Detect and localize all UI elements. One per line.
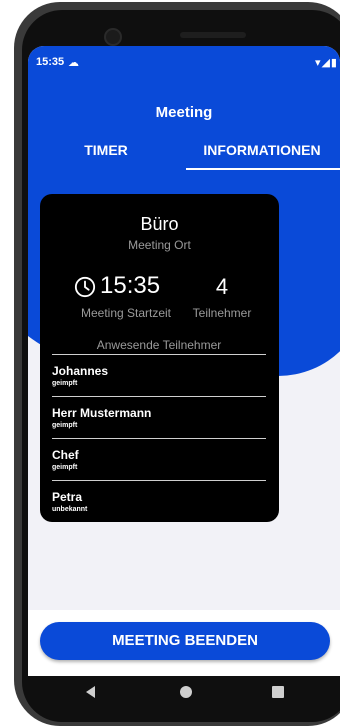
meeting-place: Büro (140, 214, 179, 234)
attendees-list: Johannes geimpft Herr Mustermann geimpft… (52, 360, 266, 528)
attendee-name: Johannes (52, 364, 109, 378)
cloud-icon: ☁ (68, 57, 79, 69)
recent-apps-icon[interactable] (272, 686, 284, 698)
divider (52, 438, 266, 439)
page-title: Meeting (155, 104, 213, 121)
meeting-place-label: Meeting Ort (128, 238, 191, 252)
attendee-name: Chef (52, 448, 79, 462)
home-icon[interactable] (180, 686, 192, 698)
earpiece-speaker (180, 32, 246, 38)
start-time-value: 15:35 (100, 272, 161, 299)
app-screen: 15:35 ☁ ▾◢▮ Meeting TIMER INFORMATIONEN … (28, 46, 340, 676)
status-bar: 15:35 ☁ ▾◢▮ (28, 54, 340, 74)
clock-icon (74, 276, 96, 298)
attendees-title: Anwesende Teilnehmer (96, 338, 222, 352)
divider (52, 480, 266, 481)
divider (52, 396, 266, 397)
attendee-name: Herr Mustermann (52, 406, 152, 420)
list-item[interactable]: Johannes geimpft (52, 360, 266, 402)
attendee-status: geimpft (52, 464, 78, 471)
app-header: 15:35 ☁ ▾◢▮ Meeting TIMER INFORMATIONEN (28, 46, 340, 170)
attendee-name: Petra (52, 490, 83, 504)
meeting-info-card: Büro Meeting Ort 15:35 Meeting Startzeit… (40, 194, 279, 522)
list-item[interactable]: Petra unbekannt (52, 486, 266, 528)
attendee-status: geimpft (52, 380, 78, 387)
status-time: 15:35 (36, 56, 65, 68)
status-icons: ▾◢▮ (314, 57, 338, 69)
list-item[interactable]: Herr Mustermann geimpft (52, 402, 266, 444)
tab-informationen[interactable]: INFORMATIONEN (184, 142, 340, 158)
back-icon[interactable] (86, 686, 95, 698)
end-meeting-button[interactable]: MEETING BEENDEN (40, 622, 330, 660)
divider (52, 354, 266, 355)
attendee-status: geimpft (52, 422, 78, 429)
participant-count-label: Teilnehmer (192, 306, 252, 320)
tab-indicator (186, 168, 340, 170)
system-navigation-bar (28, 676, 340, 710)
list-item[interactable]: Chef geimpft (52, 444, 266, 486)
participant-count-value: 4 (215, 274, 229, 299)
tab-bar: TIMER INFORMATIONEN (28, 138, 340, 170)
tab-timer[interactable]: TIMER (28, 142, 184, 158)
attendee-status: unbekannt (52, 506, 88, 513)
start-time-label: Meeting Startzeit (80, 306, 172, 320)
front-camera (104, 28, 122, 46)
